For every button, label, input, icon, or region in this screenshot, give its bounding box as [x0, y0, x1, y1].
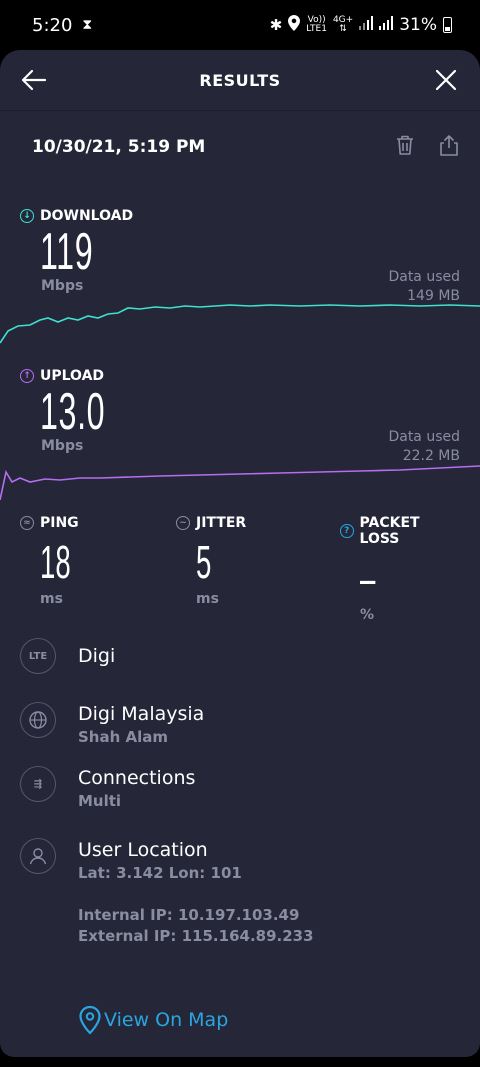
packet-loss-label-row: ? PACKET LOSS — [340, 515, 460, 547]
latency-stats: ≈ PING 18 ms ~ JITTER 5 ms ? PACKET LOSS… — [20, 515, 460, 623]
packet-loss-value: – — [360, 552, 376, 604]
jitter-stat: ~ JITTER 5 ms — [176, 515, 246, 607]
globe-icon — [20, 702, 56, 738]
server-name: Digi Malaysia — [78, 703, 205, 725]
user-location-row: User Location Lat: 3.142 Lon: 101 — [20, 838, 242, 884]
upload-value: 13.0 — [40, 383, 106, 441]
signal-icon-2 — [379, 16, 394, 34]
external-ip: External IP: 115.164.89.233 — [78, 927, 314, 945]
result-dateline: 10/30/21, 5:19 PM — [32, 134, 460, 160]
ping-stat: ≈ PING 18 ms — [20, 515, 91, 607]
lte-label: LTE1 — [306, 24, 327, 34]
upload-data-used-label: Data used — [388, 429, 460, 445]
lte-icon: LTE — [20, 638, 56, 674]
back-button[interactable] — [18, 64, 50, 96]
map-pin-icon — [79, 1005, 101, 1035]
jitter-label-row: ~ JITTER — [176, 515, 246, 531]
close-icon — [435, 69, 457, 91]
ping-icon: ≈ — [20, 516, 34, 530]
battery-icon — [443, 17, 452, 33]
status-bar: 5:20 ⧗ ✱ Vo)) LTE1 4G+ ⇅ 31% — [0, 0, 480, 50]
result-datetime: 10/30/21, 5:19 PM — [32, 137, 206, 157]
share-button[interactable] — [438, 134, 460, 160]
user-icon — [20, 838, 56, 874]
provider-row: LTE Digi — [20, 638, 115, 674]
delete-button[interactable] — [394, 134, 416, 160]
upload-graph — [0, 465, 480, 501]
share-icon — [440, 135, 458, 156]
connections-title: Connections — [78, 767, 196, 789]
volte-indicator: Vo)) LTE1 — [306, 16, 327, 34]
view-on-map-label: View On Map — [104, 1009, 229, 1031]
help-icon[interactable]: ? — [340, 524, 354, 538]
connections-row: ⇶ Connections Multi — [20, 766, 195, 812]
bluetooth-icon: ✱ — [269, 16, 283, 34]
server-row: Digi Malaysia Shah Alam — [20, 702, 204, 748]
jitter-unit: ms — [196, 591, 219, 607]
packet-loss-unit: % — [360, 607, 375, 623]
jitter-label: JITTER — [196, 515, 247, 531]
upload-section: ↑ UPLOAD 13.0 Mbps Data used 22.2 MB — [20, 368, 460, 464]
connections-icon: ⇶ — [20, 766, 56, 802]
download-arrow-icon: ↓ — [20, 209, 34, 223]
ping-label-row: ≈ PING — [20, 515, 91, 531]
back-arrow-icon — [21, 69, 47, 91]
close-button[interactable] — [430, 64, 462, 96]
network-type-label: 4G+ — [332, 15, 354, 25]
ping-value: 18 — [40, 536, 71, 588]
status-time: 5:20 — [32, 14, 73, 36]
packet-loss-label: PACKET LOSS — [359, 515, 420, 547]
view-on-map-link[interactable]: View On Map — [78, 1005, 228, 1035]
battery-percent: 31% — [399, 15, 437, 35]
page-title: RESULTS — [199, 70, 281, 90]
signal-icon-1 — [359, 16, 374, 34]
provider-name: Digi — [78, 645, 116, 667]
download-graph — [0, 304, 480, 344]
server-location: Shah Alam — [78, 728, 169, 746]
results-panel: RESULTS 10/30/21, 5:19 PM ↓ DOWNLOAD 119… — [0, 50, 480, 1057]
trash-icon — [397, 135, 413, 155]
jitter-icon: ~ — [176, 516, 190, 530]
ping-label: PING — [40, 515, 79, 531]
user-location-coords: Lat: 3.142 Lon: 101 — [78, 864, 242, 882]
download-value: 119 — [40, 223, 94, 281]
download-data-used-label: Data used — [388, 269, 460, 285]
ping-unit: ms — [40, 591, 63, 607]
internal-ip: Internal IP: 10.197.103.49 — [78, 906, 300, 924]
results-header: RESULTS — [0, 50, 480, 111]
packet-loss-stat: ? PACKET LOSS – % — [340, 515, 460, 623]
hourglass-icon: ⧗ — [82, 17, 93, 33]
download-section: ↓ DOWNLOAD 119 Mbps Data used 149 MB — [20, 208, 460, 304]
user-location-title: User Location — [78, 839, 208, 861]
network-type-indicator: 4G+ ⇅ — [332, 15, 354, 34]
ip-addresses: Internal IP: 10.197.103.49 External IP: … — [78, 905, 314, 947]
jitter-value: 5 — [196, 536, 212, 588]
location-icon — [288, 15, 301, 35]
connections-value: Multi — [78, 792, 122, 810]
upload-arrow-icon: ↑ — [20, 369, 34, 383]
